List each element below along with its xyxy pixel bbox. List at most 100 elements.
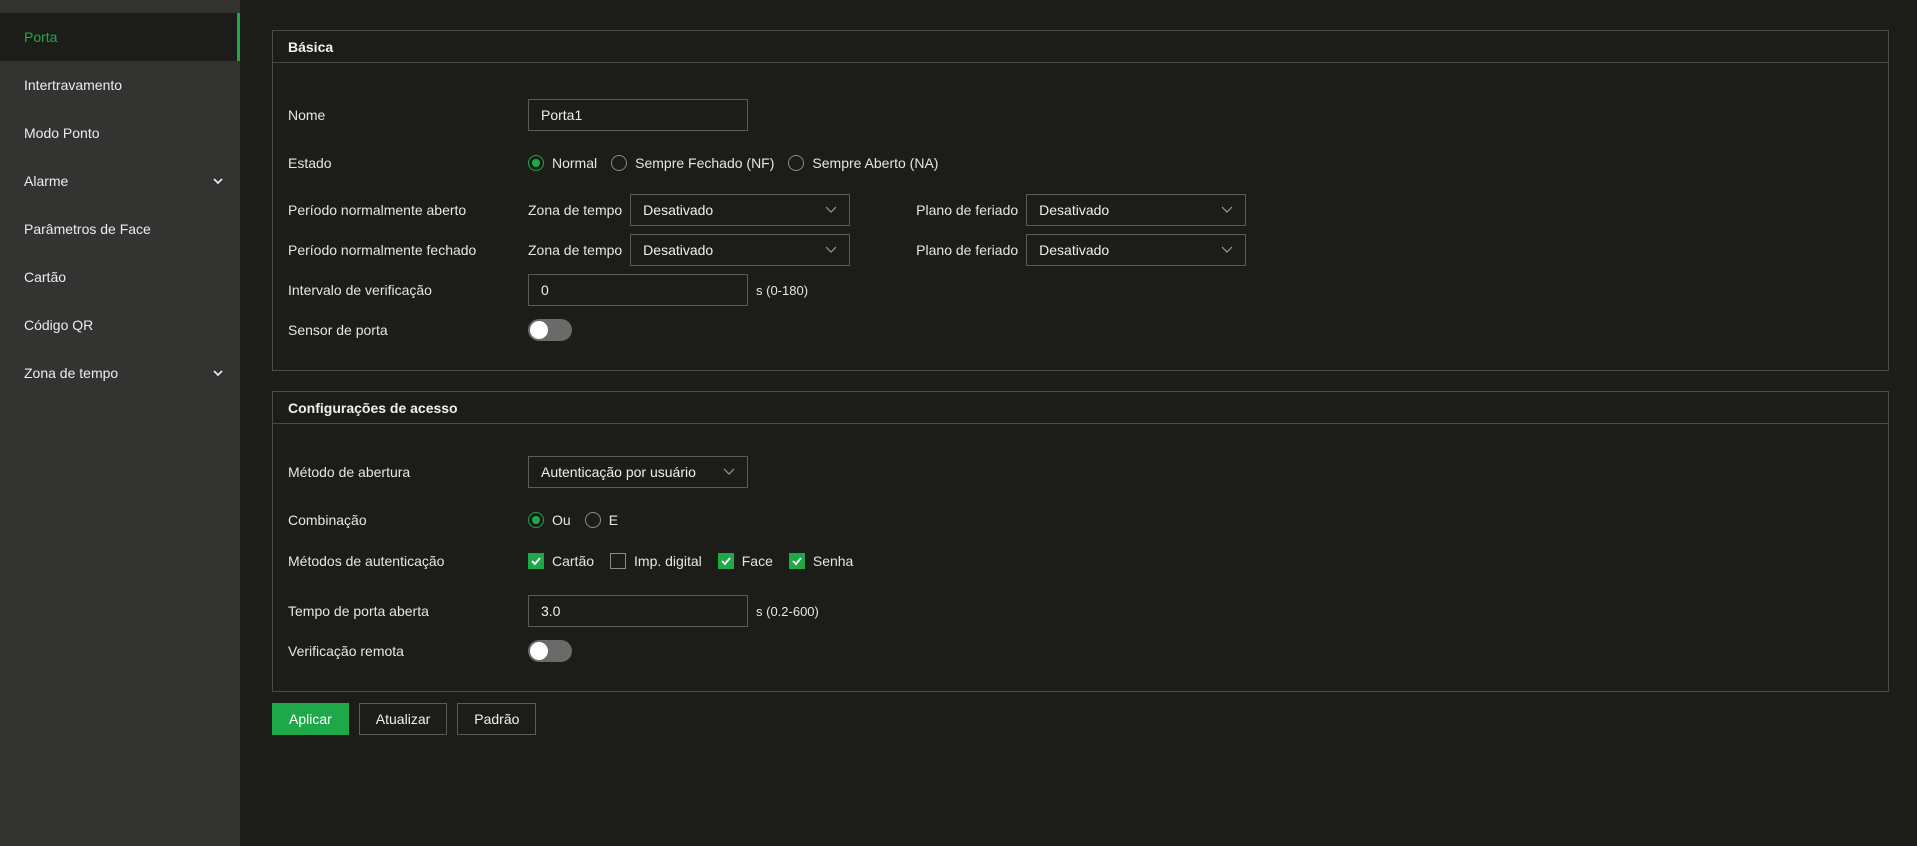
sidebar-item-label: Modo Ponto bbox=[24, 125, 100, 141]
select-value: Desativado bbox=[1039, 242, 1110, 258]
select-value: Desativado bbox=[643, 202, 714, 218]
holiday-plan-label: Plano de feriado bbox=[916, 242, 1019, 258]
radio-unselected-icon bbox=[611, 155, 628, 171]
open-time-zone-pair: Zona de tempo Desativado bbox=[528, 194, 851, 226]
chevron-down-icon bbox=[1221, 206, 1233, 213]
radio-label: Normal bbox=[552, 155, 598, 171]
checkbox-unchecked-icon bbox=[610, 553, 627, 569]
method-row: Método de abertura Autenticação por usuá… bbox=[288, 456, 1873, 488]
opening-method-select[interactable]: Autenticação por usuário bbox=[528, 456, 748, 488]
sidebar-item-cartao[interactable]: Cartão bbox=[0, 253, 240, 301]
sidebar-item-label: Código QR bbox=[24, 317, 94, 333]
radio-selected-icon bbox=[528, 155, 544, 171]
apply-button[interactable]: Aplicar bbox=[272, 703, 349, 735]
state-radio-na[interactable]: Sempre Aberto (NA) bbox=[788, 155, 938, 171]
chevron-down-icon bbox=[825, 206, 837, 213]
radio-unselected-icon bbox=[788, 155, 805, 171]
section-title: Básica bbox=[273, 31, 1888, 63]
name-label: Nome bbox=[288, 107, 326, 123]
checkbox-label: Senha bbox=[812, 553, 854, 569]
open-time-zone-select[interactable]: Desativado bbox=[630, 194, 851, 226]
select-value: Desativado bbox=[643, 242, 714, 258]
refresh-button[interactable]: Atualizar bbox=[358, 703, 448, 735]
state-label: Estado bbox=[288, 155, 332, 171]
sidebar-item-intertravamento[interactable]: Intertravamento bbox=[0, 61, 240, 109]
open-time-input[interactable]: 3.0 bbox=[528, 595, 748, 627]
open-time-unit: s (0.2-600) bbox=[756, 603, 819, 619]
combination-row: Combinação Ou E bbox=[288, 504, 1873, 536]
chevron-down-icon bbox=[213, 178, 223, 185]
normally-closed-label: Período normalmente fechado bbox=[288, 242, 477, 258]
select-value: Autenticação por usuário bbox=[541, 464, 696, 480]
holiday-plan-label: Plano de feriado bbox=[916, 202, 1019, 218]
time-zone-label: Zona de tempo bbox=[528, 202, 623, 218]
chevron-down-icon bbox=[723, 468, 735, 475]
chevron-down-icon bbox=[1221, 246, 1233, 253]
section-title: Configurações de acesso bbox=[273, 392, 1888, 424]
sidebar-item-label: Parâmetros de Face bbox=[24, 221, 151, 237]
sidebar: Porta Intertravamento Modo Ponto Alarme … bbox=[0, 0, 240, 846]
interval-input[interactable]: 0 bbox=[528, 274, 748, 306]
sidebar-item-alarme[interactable]: Alarme bbox=[0, 157, 240, 205]
radio-label: Sempre Fechado (NF) bbox=[635, 155, 775, 171]
time-zone-label: Zona de tempo bbox=[528, 242, 623, 258]
sidebar-item-label: Zona de tempo bbox=[24, 365, 119, 381]
sidebar-item-porta[interactable]: Porta bbox=[0, 13, 240, 61]
checkbox-checked-icon bbox=[717, 553, 734, 569]
combination-radio-and[interactable]: E bbox=[584, 512, 619, 528]
normally-open-label: Período normalmente aberto bbox=[288, 202, 467, 218]
auth-methods-row: Métodos de autenticação Cartão Imp. digi… bbox=[288, 545, 1873, 577]
sidebar-item-modo-ponto[interactable]: Modo Ponto bbox=[0, 109, 240, 157]
sidebar-item-parametros-face[interactable]: Parâmetros de Face bbox=[0, 205, 240, 253]
closed-time-zone-select[interactable]: Desativado bbox=[630, 234, 851, 266]
open-holiday-pair: Plano de feriado Desativado bbox=[916, 194, 1247, 226]
interval-label: Intervalo de verificação bbox=[288, 282, 432, 298]
radio-label: Sempre Aberto (NA) bbox=[812, 155, 939, 171]
open-time-row: Tempo de porta aberta 3.0 s (0.2-600) bbox=[288, 595, 1873, 627]
combination-radio-or[interactable]: Ou bbox=[528, 512, 571, 528]
sensor-label: Sensor de porta bbox=[288, 322, 388, 338]
state-radio-group: Normal Sempre Fechado (NF) Sempre Aberto… bbox=[528, 155, 938, 171]
state-radio-normal[interactable]: Normal bbox=[528, 155, 597, 171]
sidebar-item-zona-tempo[interactable]: Zona de tempo bbox=[0, 349, 240, 397]
checkbox-label: Cartão bbox=[552, 553, 595, 569]
main-content: Básica Nome Porta1 Estado Normal Sempre … bbox=[272, 30, 1889, 735]
state-row: Estado Normal Sempre Fechado (NF) Sempre… bbox=[288, 147, 1873, 179]
basic-section: Básica Nome Porta1 Estado Normal Sempre … bbox=[272, 30, 1889, 371]
checkbox-label: Imp. digital bbox=[634, 553, 702, 569]
checkbox-label: Face bbox=[741, 553, 773, 569]
sensor-row: Sensor de porta bbox=[288, 314, 1873, 346]
auth-checkbox-senha[interactable]: Senha bbox=[788, 553, 854, 569]
default-button[interactable]: Padrão bbox=[457, 703, 537, 735]
name-input[interactable]: Porta1 bbox=[528, 99, 748, 131]
sidebar-item-label: Porta bbox=[24, 29, 58, 45]
open-time-label: Tempo de porta aberta bbox=[288, 603, 429, 619]
auth-checkbox-cartao[interactable]: Cartão bbox=[528, 553, 594, 569]
auth-checkbox-digital[interactable]: Imp. digital bbox=[610, 553, 702, 569]
remote-row: Verificação remota bbox=[288, 635, 1873, 667]
door-sensor-toggle[interactable] bbox=[528, 319, 572, 341]
action-buttons: Aplicar Atualizar Padrão bbox=[272, 703, 1889, 735]
remote-label: Verificação remota bbox=[288, 643, 404, 659]
method-label: Método de abertura bbox=[288, 464, 411, 480]
combination-radio-group: Ou E bbox=[528, 512, 618, 528]
interval-unit: s (0-180) bbox=[756, 282, 809, 298]
checkbox-checked-icon bbox=[788, 553, 805, 569]
normally-open-row: Período normalmente aberto Zona de tempo… bbox=[288, 194, 1873, 226]
state-radio-nf[interactable]: Sempre Fechado (NF) bbox=[611, 155, 774, 171]
closed-holiday-pair: Plano de feriado Desativado bbox=[916, 234, 1247, 266]
auth-checkbox-face[interactable]: Face bbox=[717, 553, 773, 569]
closed-holiday-plan-select[interactable]: Desativado bbox=[1026, 234, 1247, 266]
chevron-down-icon bbox=[825, 246, 837, 253]
checkbox-checked-icon bbox=[528, 553, 544, 569]
sidebar-item-codigo-qr[interactable]: Código QR bbox=[0, 301, 240, 349]
radio-label: E bbox=[608, 512, 619, 528]
sidebar-item-label: Cartão bbox=[24, 269, 67, 285]
interval-row: Intervalo de verificação 0 s (0-180) bbox=[288, 274, 1873, 306]
auth-methods-label: Métodos de autenticação bbox=[288, 553, 445, 569]
sidebar-item-label: Intertravamento bbox=[24, 77, 123, 93]
remote-verification-toggle[interactable] bbox=[528, 640, 572, 662]
name-row: Nome Porta1 bbox=[288, 99, 1873, 131]
open-holiday-plan-select[interactable]: Desativado bbox=[1026, 194, 1247, 226]
access-section: Configurações de acesso Método de abertu… bbox=[272, 391, 1889, 692]
